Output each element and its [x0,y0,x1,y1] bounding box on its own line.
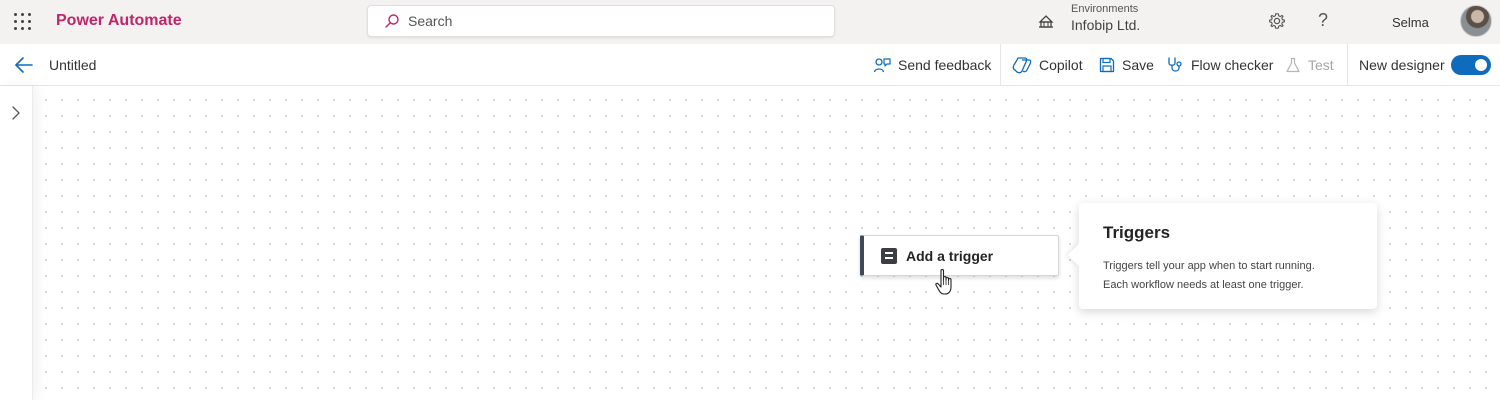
search-box[interactable] [367,5,835,37]
copilot-icon [1012,56,1032,74]
save-icon [1099,57,1115,73]
send-feedback-label: Send feedback [898,57,992,73]
search-input[interactable] [408,13,808,29]
app-bar: Power Automate Environments Infobip Ltd.… [0,0,1500,44]
send-feedback-button[interactable]: Send feedback [873,44,991,86]
callout-line-2: Each workflow needs at least one trigger… [1103,279,1304,291]
copilot-button[interactable]: Copilot [1012,44,1083,86]
app-title[interactable]: Power Automate [56,12,182,30]
callout-line-1: Triggers tell your app when to start run… [1103,260,1315,272]
save-button[interactable]: Save [1099,44,1154,86]
trigger-icon [881,247,897,264]
test-label: Test [1308,57,1334,73]
chevron-right-icon[interactable] [10,106,22,120]
flow-checker-button[interactable]: Flow checker [1166,44,1273,86]
add-trigger-label: Add a trigger [906,247,994,264]
test-button[interactable]: Test [1285,44,1334,86]
new-designer-label: New designer [1359,57,1445,73]
flask-icon [1285,57,1301,73]
new-designer-toggle[interactable] [1451,55,1491,75]
callout-title: Triggers [1103,223,1171,242]
flow-title[interactable]: Untitled [49,57,96,73]
avatar[interactable] [1460,5,1492,37]
back-arrow-icon[interactable] [14,56,34,74]
user-name[interactable]: Selma [1392,15,1429,30]
settings-gear-icon[interactable] [1268,12,1286,30]
environment-value[interactable]: Infobip Ltd. [1071,17,1140,33]
feedback-icon [873,56,891,74]
search-icon [385,14,399,28]
copilot-label: Copilot [1039,57,1083,73]
command-bar: Untitled Send feedback Copilot Save Flow… [0,44,1500,86]
divider [1347,44,1348,86]
environment-label[interactable]: Environments [1071,3,1138,15]
add-trigger-card[interactable]: Add a trigger [860,235,1059,276]
stethoscope-icon [1166,56,1184,74]
flow-checker-label: Flow checker [1191,57,1274,73]
divider [1000,44,1001,86]
save-label: Save [1122,57,1154,73]
triggers-callout: Triggers Triggers tell your app when to … [1079,203,1377,309]
help-icon[interactable]: ? [1318,10,1328,31]
app-launcher-icon[interactable] [14,13,32,31]
left-panel [0,86,33,400]
hand-pointer-cursor-icon [935,268,952,295]
environment-icon[interactable] [1037,12,1055,30]
